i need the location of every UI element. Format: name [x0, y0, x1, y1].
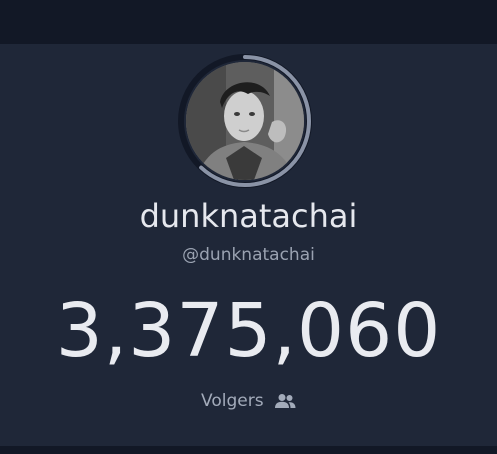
- top-bar: [0, 0, 497, 44]
- display-name: dunknatachai: [139, 197, 358, 235]
- username: @dunknatachai: [182, 245, 315, 265]
- avatar: [177, 53, 313, 189]
- bottom-bar: [0, 446, 497, 454]
- followers-label-row: Volgers: [0, 389, 497, 413]
- users-icon: [274, 394, 296, 408]
- avatar-photo: [186, 62, 304, 180]
- avatar-portrait: [186, 62, 304, 180]
- follower-count: 3,375,060: [55, 288, 442, 374]
- followers-label: Volgers: [201, 391, 264, 411]
